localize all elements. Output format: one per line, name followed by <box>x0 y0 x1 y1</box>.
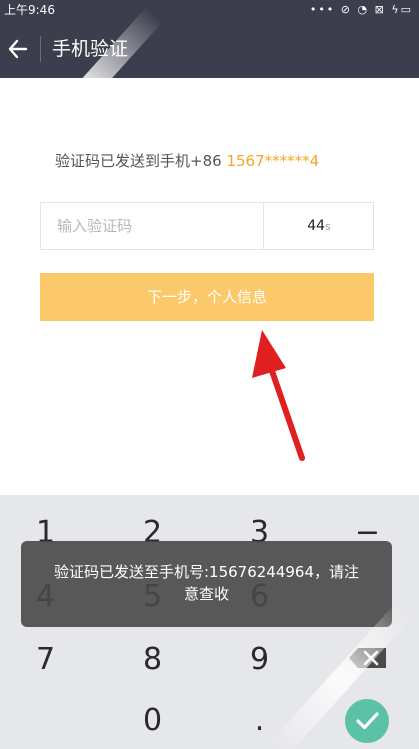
key-7[interactable]: 7 <box>0 630 99 690</box>
key-0[interactable]: 0 <box>99 691 206 749</box>
more-dots-icon: ••• <box>309 3 336 16</box>
key-blank[interactable] <box>0 691 99 749</box>
verification-code-input[interactable] <box>41 203 263 249</box>
countdown-value: 44 <box>307 218 326 234</box>
key-8[interactable]: 8 <box>99 630 206 690</box>
wifi-icon: ◔ <box>357 3 370 16</box>
verification-code-box: 44s <box>40 202 374 250</box>
key-9[interactable]: 9 <box>206 630 313 690</box>
key-dot[interactable]: . <box>206 691 313 749</box>
toast-line-2: 意查收 <box>183 585 229 603</box>
masked-phone-number: 1567******4 <box>226 152 320 170</box>
next-step-button[interactable]: 下一步，个人信息 <box>40 273 374 321</box>
charging-icon: ϟ▭ <box>391 3 413 16</box>
check-icon <box>356 712 379 730</box>
page-title: 手机验证 <box>52 38 129 60</box>
status-icons: ••• ⊘ ◔ ⊠ ϟ▭ <box>310 0 413 20</box>
app-bar: 手机验证 <box>0 20 419 78</box>
red-arrow-annotation <box>252 330 305 461</box>
sim-icon: ⊠ <box>374 3 386 16</box>
sent-label: 验证码已发送到手机+86 <box>55 152 227 170</box>
toast-line-1: 验证码已发送至手机号:15676244964，请注 <box>53 563 360 581</box>
status-bar: 上午9:46 ••• ⊘ ◔ ⊠ ϟ▭ <box>0 0 419 20</box>
resend-countdown: 44s <box>264 203 374 249</box>
toast-message: 验证码已发送至手机号:15676244964，请注 意查收 <box>21 541 392 627</box>
confirm-button[interactable] <box>345 699 389 743</box>
alarm-off-icon: ⊘ <box>340 3 353 16</box>
back-arrow-icon[interactable] <box>2 29 38 69</box>
backspace-icon[interactable] <box>340 635 396 681</box>
status-time: 上午9:46 <box>4 3 55 17</box>
verification-sent-info: 验证码已发送到手机+86 1567******4 <box>55 150 319 171</box>
countdown-unit: s <box>325 220 331 233</box>
app-bar-divider <box>40 36 41 62</box>
